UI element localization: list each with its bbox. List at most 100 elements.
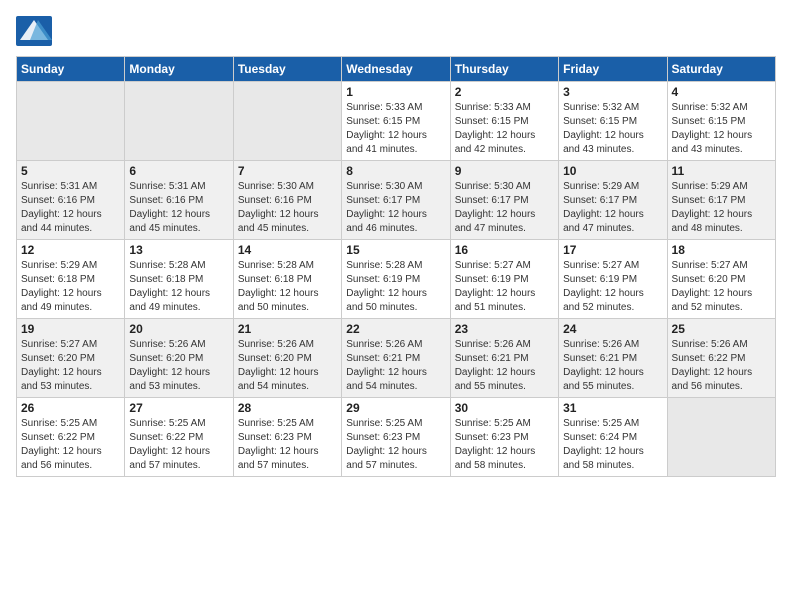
calendar-cell: 13 Sunrise: 5:28 AM Sunset: 6:18 PM Dayli… [125,240,233,319]
day-number: 4 [672,85,771,99]
day-info: Sunrise: 5:30 AM Sunset: 6:16 PM Dayligh… [238,180,337,236]
calendar-cell: 14 Sunrise: 5:28 AM Sunset: 6:18 PM Dayli… [233,240,341,319]
day-info: Sunrise: 5:25 AM Sunset: 6:22 PM Dayligh… [21,417,120,473]
calendar-table: SundayMondayTuesdayWednesdayThursdayFrid… [16,56,776,477]
calendar-cell: 11 Sunrise: 5:29 AM Sunset: 6:17 PM Dayli… [667,161,775,240]
calendar-cell [667,398,775,477]
calendar-week-2: 5 Sunrise: 5:31 AM Sunset: 6:16 PM Daylig… [17,161,776,240]
day-number: 11 [672,164,771,178]
day-number: 26 [21,401,120,415]
calendar-cell: 16 Sunrise: 5:27 AM Sunset: 6:19 PM Dayli… [450,240,558,319]
calendar-cell: 20 Sunrise: 5:26 AM Sunset: 6:20 PM Dayli… [125,319,233,398]
day-number: 16 [455,243,554,257]
day-header-friday: Friday [559,57,667,82]
calendar-cell [233,82,341,161]
calendar-cell: 23 Sunrise: 5:26 AM Sunset: 6:21 PM Dayli… [450,319,558,398]
day-number: 30 [455,401,554,415]
calendar-cell: 8Sunrise: 5:30 AM Sunset: 6:17 PM Daylig… [342,161,450,240]
day-header-saturday: Saturday [667,57,775,82]
day-info: Sunrise: 5:31 AM Sunset: 6:16 PM Dayligh… [129,180,228,236]
calendar-cell: 9 Sunrise: 5:30 AM Sunset: 6:17 PM Daylig… [450,161,558,240]
calendar-cell: 22 Sunrise: 5:26 AM Sunset: 6:21 PM Dayli… [342,319,450,398]
calendar-cell: 5 Sunrise: 5:31 AM Sunset: 6:16 PM Daylig… [17,161,125,240]
day-number: 28 [238,401,337,415]
day-number: 1 [346,85,445,99]
day-info: Sunrise: 5:28 AM Sunset: 6:18 PM Dayligh… [238,259,337,315]
day-info: Sunrise: 5:30 AM Sunset: 6:17 PM Dayligh… [346,180,445,236]
day-number: 3 [563,85,662,99]
page-header [16,16,776,46]
day-info: Sunrise: 5:29 AM Sunset: 6:17 PM Dayligh… [563,180,662,236]
calendar-cell: 1Sunrise: 5:33 AM Sunset: 6:15 PM Daylig… [342,82,450,161]
day-info: Sunrise: 5:25 AM Sunset: 6:23 PM Dayligh… [455,417,554,473]
day-info: Sunrise: 5:25 AM Sunset: 6:23 PM Dayligh… [346,417,445,473]
calendar-week-5: 26 Sunrise: 5:25 AM Sunset: 6:22 PM Dayli… [17,398,776,477]
day-number: 6 [129,164,228,178]
day-info: Sunrise: 5:30 AM Sunset: 6:17 PM Dayligh… [455,180,554,236]
logo-icon [16,16,52,46]
calendar-cell [17,82,125,161]
day-number: 14 [238,243,337,257]
day-number: 12 [21,243,120,257]
day-number: 10 [563,164,662,178]
day-info: Sunrise: 5:27 AM Sunset: 6:20 PM Dayligh… [672,259,771,315]
calendar-cell: 26 Sunrise: 5:25 AM Sunset: 6:22 PM Dayli… [17,398,125,477]
day-number: 15 [346,243,445,257]
calendar-cell: 17 Sunrise: 5:27 AM Sunset: 6:19 PM Dayli… [559,240,667,319]
day-header-tuesday: Tuesday [233,57,341,82]
calendar-cell: 21 Sunrise: 5:26 AM Sunset: 6:20 PM Dayli… [233,319,341,398]
day-number: 20 [129,322,228,336]
day-info: Sunrise: 5:25 AM Sunset: 6:23 PM Dayligh… [238,417,337,473]
calendar-cell: 31 Sunrise: 5:25 AM Sunset: 6:24 PM Dayli… [559,398,667,477]
day-number: 13 [129,243,228,257]
calendar-cell: 19Sunrise: 5:27 AM Sunset: 6:20 PM Dayli… [17,319,125,398]
day-number: 17 [563,243,662,257]
day-info: Sunrise: 5:32 AM Sunset: 6:15 PM Dayligh… [672,101,771,157]
calendar-cell: 25Sunrise: 5:26 AM Sunset: 6:22 PM Dayli… [667,319,775,398]
day-info: Sunrise: 5:27 AM Sunset: 6:19 PM Dayligh… [563,259,662,315]
day-number: 5 [21,164,120,178]
day-info: Sunrise: 5:29 AM Sunset: 6:17 PM Dayligh… [672,180,771,236]
day-info: Sunrise: 5:28 AM Sunset: 6:18 PM Dayligh… [129,259,228,315]
day-info: Sunrise: 5:32 AM Sunset: 6:15 PM Dayligh… [563,101,662,157]
calendar-cell: 7 Sunrise: 5:30 AM Sunset: 6:16 PM Daylig… [233,161,341,240]
logo [16,16,56,46]
day-number: 19 [21,322,120,336]
day-info: Sunrise: 5:31 AM Sunset: 6:16 PM Dayligh… [21,180,120,236]
day-info: Sunrise: 5:27 AM Sunset: 6:19 PM Dayligh… [455,259,554,315]
day-number: 7 [238,164,337,178]
calendar-week-3: 12Sunrise: 5:29 AM Sunset: 6:18 PM Dayli… [17,240,776,319]
calendar-week-1: 1 Sunrise: 5:33 AM Sunset: 6:15 PM Daylig… [17,82,776,161]
day-info: Sunrise: 5:25 AM Sunset: 6:22 PM Dayligh… [129,417,228,473]
day-number: 18 [672,243,771,257]
calendar-cell: 27 Sunrise: 5:25 AM Sunset: 6:22 PM Dayli… [125,398,233,477]
day-info: Sunrise: 5:33 AM Sunset: 6:15 PM Dayligh… [455,101,554,157]
calendar-cell: 29Sunrise: 5:25 AM Sunset: 6:23 PM Dayli… [342,398,450,477]
day-number: 31 [563,401,662,415]
day-number: 2 [455,85,554,99]
calendar-cell: 12Sunrise: 5:29 AM Sunset: 6:18 PM Dayli… [17,240,125,319]
day-number: 9 [455,164,554,178]
calendar-cell: 24Sunrise: 5:26 AM Sunset: 6:21 PM Dayli… [559,319,667,398]
day-info: Sunrise: 5:25 AM Sunset: 6:24 PM Dayligh… [563,417,662,473]
calendar-cell: 3 Sunrise: 5:32 AM Sunset: 6:15 PM Daylig… [559,82,667,161]
calendar-cell: 30 Sunrise: 5:25 AM Sunset: 6:23 PM Dayli… [450,398,558,477]
day-number: 22 [346,322,445,336]
day-info: Sunrise: 5:26 AM Sunset: 6:21 PM Dayligh… [346,338,445,394]
day-info: Sunrise: 5:28 AM Sunset: 6:19 PM Dayligh… [346,259,445,315]
calendar-week-4: 19Sunrise: 5:27 AM Sunset: 6:20 PM Dayli… [17,319,776,398]
day-header-wednesday: Wednesday [342,57,450,82]
day-info: Sunrise: 5:26 AM Sunset: 6:22 PM Dayligh… [672,338,771,394]
calendar-cell [125,82,233,161]
day-header-sunday: Sunday [17,57,125,82]
day-number: 21 [238,322,337,336]
day-info: Sunrise: 5:26 AM Sunset: 6:20 PM Dayligh… [238,338,337,394]
day-header-monday: Monday [125,57,233,82]
day-info: Sunrise: 5:26 AM Sunset: 6:20 PM Dayligh… [129,338,228,394]
calendar-cell: 10 Sunrise: 5:29 AM Sunset: 6:17 PM Dayli… [559,161,667,240]
calendar-cell: 6 Sunrise: 5:31 AM Sunset: 6:16 PM Daylig… [125,161,233,240]
day-number: 23 [455,322,554,336]
day-number: 27 [129,401,228,415]
day-info: Sunrise: 5:26 AM Sunset: 6:21 PM Dayligh… [455,338,554,394]
day-info: Sunrise: 5:26 AM Sunset: 6:21 PM Dayligh… [563,338,662,394]
